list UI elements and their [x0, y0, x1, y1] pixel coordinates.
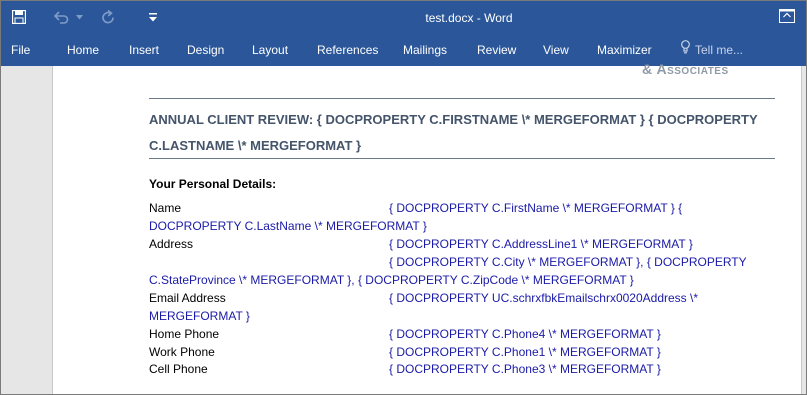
tab-maximizer[interactable]: Maximizer [597, 40, 652, 60]
work-phone-field-code[interactable]: { DOCPROPERTY C.Phone1 \* MERGEFORMAT } [389, 343, 661, 361]
window-title: test.docx - Word [425, 11, 513, 25]
ribbon-display-options-icon[interactable] [779, 9, 795, 23]
heading-rule-bottom [149, 158, 775, 159]
lightbulb-icon [681, 40, 690, 60]
tell-me-box[interactable]: Tell me... [681, 40, 743, 60]
name-label: Name [149, 201, 182, 215]
email-field-code-line-1[interactable]: { DOCPROPERTY UC.schrxfbkEmailschrx0020A… [389, 289, 698, 307]
review-heading[interactable]: ANNUAL CLIENT REVIEW: { DOCPROPERTY C.FI… [149, 107, 779, 159]
name-field-code-line-2[interactable]: DOCPROPERTY C.LastName \* MERGEFORMAT } [149, 217, 427, 235]
city-field-code[interactable]: { DOCPROPERTY C.City \* MERGEFORMAT }, {… [389, 253, 747, 271]
home-phone-label: Home Phone [149, 327, 220, 341]
document-margin-right [801, 66, 806, 394]
tab-design[interactable]: Design [187, 40, 224, 60]
review-heading-line-1: ANNUAL CLIENT REVIEW: { DOCPROPERTY C.FI… [149, 112, 758, 127]
name-field-code-line-1[interactable]: { DOCPROPERTY C.FirstName \* MERGEFORMAT… [389, 199, 682, 217]
home-phone-field-code[interactable]: { DOCPROPERTY C.Phone4 \* MERGEFORMAT } [389, 325, 661, 343]
tab-references[interactable]: References [317, 40, 378, 60]
tab-file[interactable]: File [11, 40, 30, 60]
cell-phone-field-code[interactable]: { DOCPROPERTY C.Phone3 \* MERGEFORMAT } [389, 360, 661, 378]
document-margin-left [1, 66, 52, 394]
tab-review[interactable]: Review [477, 40, 516, 60]
state-zip-field-code[interactable]: C.StateProvince \* MERGEFORMAT }, { DOCP… [149, 271, 634, 289]
work-phone-label: Work Phone [149, 345, 215, 359]
tab-view[interactable]: View [543, 40, 569, 60]
tab-layout[interactable]: Layout [252, 40, 288, 60]
tab-insert[interactable]: Insert [129, 40, 159, 60]
address-line1-field-code[interactable]: { DOCPROPERTY C.AddressLine1 \* MERGEFOR… [389, 235, 693, 253]
email-field-code-line-2[interactable]: MERGEFORMAT } [149, 307, 250, 325]
cell-phone-label: Cell Phone [149, 362, 208, 376]
address-label: Address [149, 237, 194, 251]
review-heading-line-2: C.LASTNAME \* MERGEFORMAT } [149, 138, 362, 153]
tell-me-label: Tell me... [695, 43, 744, 57]
email-label: Email Address [149, 291, 226, 305]
title-bar: test.docx - Word [1, 1, 806, 34]
heading-rule-top [149, 98, 775, 99]
tab-home[interactable]: Home [67, 40, 99, 60]
letterhead-logo-fragment: & Associates [642, 61, 729, 77]
section-title: Your Personal Details: [149, 177, 277, 191]
word-window: test.docx - Word File Home Insert Design… [0, 0, 807, 395]
tab-mailings[interactable]: Mailings [403, 40, 447, 60]
